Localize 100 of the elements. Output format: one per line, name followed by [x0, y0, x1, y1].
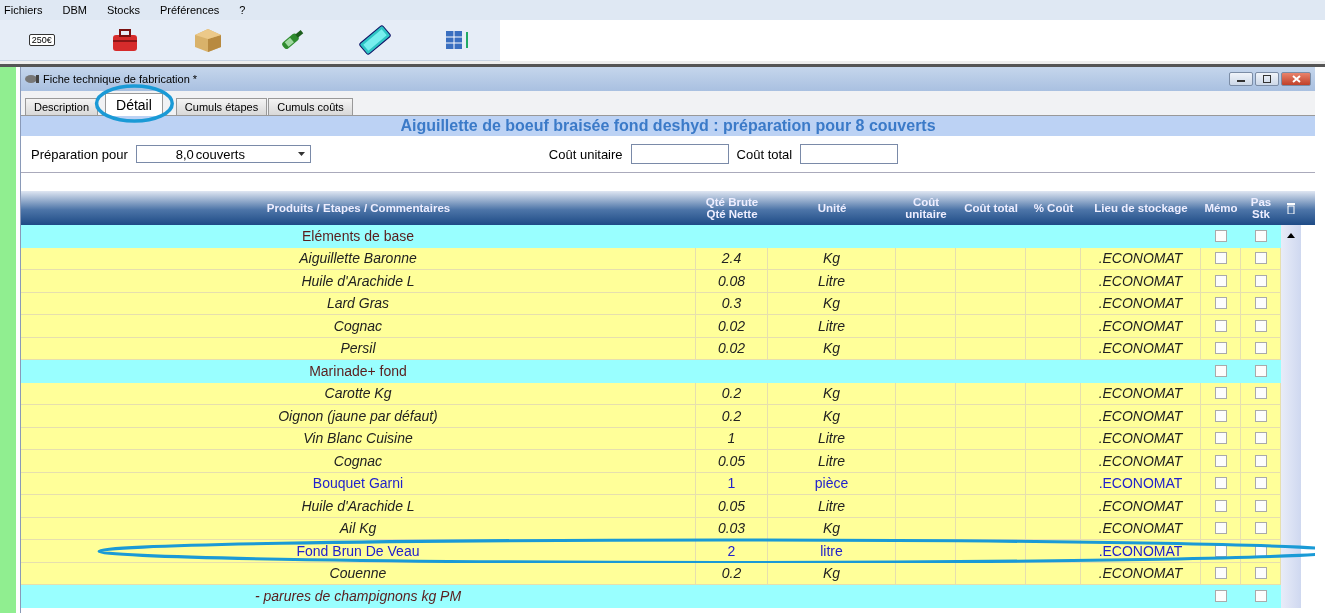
no-stock-checkbox[interactable] [1254, 252, 1267, 265]
no-stock-checkbox[interactable] [1254, 342, 1267, 355]
unit-cell: Litre [768, 495, 896, 518]
tab[interactable]: Cumuls étapes [175, 98, 268, 115]
no-stock-checkbox[interactable] [1254, 319, 1267, 332]
unit-cell: Kg [768, 247, 896, 270]
table-cell [896, 495, 956, 518]
scroll-up-icon[interactable] [1287, 233, 1295, 238]
no-stock-checkbox[interactable] [1254, 432, 1267, 445]
memo-checkbox[interactable] [1214, 229, 1227, 242]
unit-cost-field[interactable] [630, 144, 729, 164]
no-stock-checkbox[interactable] [1254, 387, 1267, 400]
step-cell: Marinade+ fond [21, 360, 696, 383]
menu-item[interactable]: DBM [62, 4, 87, 16]
table-cell [896, 450, 956, 473]
table-cell [1026, 292, 1081, 315]
tab[interactable]: Cumuls coûts [268, 98, 353, 115]
table-cell [956, 495, 1026, 518]
storage-cell: .ECONOMAT [1081, 495, 1201, 518]
memo-checkbox[interactable] [1214, 409, 1227, 422]
tab[interactable]: Détail [105, 93, 163, 116]
menu-item[interactable]: Stocks [106, 4, 140, 16]
memo-checkbox[interactable] [1214, 274, 1227, 287]
table-cell [896, 472, 956, 495]
price-tag-button[interactable]: 250€ [0, 20, 84, 60]
table-cell [896, 562, 956, 585]
table-cell [956, 292, 1026, 315]
menu-item[interactable]: ? [239, 4, 246, 16]
maximize-button[interactable] [1255, 72, 1279, 86]
product-cell: Carotte Kg [21, 382, 696, 405]
quantity-cell: 0.2 [696, 405, 768, 428]
table-cell [1026, 517, 1081, 540]
comment-cell: - parures de champignons kg PM [21, 585, 696, 608]
tab[interactable]: Description [25, 98, 99, 115]
minimize-button[interactable] [1229, 72, 1253, 86]
table-cell [1026, 382, 1081, 405]
column-header: % Coût [1032, 200, 1075, 216]
memo-checkbox[interactable] [1214, 297, 1227, 310]
memo-checkbox[interactable] [1214, 432, 1227, 445]
memo-checkbox[interactable] [1214, 387, 1227, 400]
memo-checkbox[interactable] [1214, 567, 1227, 580]
table-cell [1026, 315, 1081, 338]
no-stock-checkbox[interactable] [1254, 297, 1267, 310]
column-header: Lieu de stockage [1093, 200, 1189, 216]
unit-cell: Kg [768, 292, 896, 315]
pot-icon [25, 74, 39, 84]
menu-item[interactable]: Préférences [160, 4, 220, 16]
no-stock-checkbox[interactable] [1254, 589, 1267, 602]
product-cell: Huile d'Arachide L [21, 495, 696, 518]
step-cell: Eléments de base [21, 225, 696, 248]
memo-checkbox[interactable] [1214, 252, 1227, 265]
no-stock-checkbox[interactable] [1254, 499, 1267, 512]
no-stock-checkbox[interactable] [1254, 229, 1267, 242]
table-cell [1026, 247, 1081, 270]
memo-checkbox[interactable] [1214, 364, 1227, 377]
product-cell: Bouquet Garni [21, 472, 696, 495]
table-cell [956, 270, 1026, 293]
memo-checkbox[interactable] [1214, 589, 1227, 602]
unit-cost-label: Coût unitaire [548, 146, 623, 162]
column-header: Unité [816, 200, 848, 216]
storage-cell: .ECONOMAT [1081, 337, 1201, 360]
quantity-cell: 1 [696, 427, 768, 450]
close-button[interactable] [1281, 72, 1311, 86]
unit-cell: Kg [768, 562, 896, 585]
caret-icon [298, 152, 306, 156]
product-cell: Cognac [21, 450, 696, 473]
storage-cell: .ECONOMAT [1081, 382, 1201, 405]
trash-icon[interactable] [1287, 202, 1295, 214]
memo-checkbox[interactable] [1214, 319, 1227, 332]
quantity-cell: 0.2 [696, 382, 768, 405]
table-cell [896, 405, 956, 428]
table-cell [956, 427, 1026, 450]
storage-cell: .ECONOMAT [1081, 450, 1201, 473]
quantity-cell: 0.3 [696, 292, 768, 315]
no-stock-checkbox[interactable] [1254, 522, 1267, 535]
total-cost-field[interactable] [800, 144, 899, 164]
no-stock-checkbox[interactable] [1254, 409, 1267, 422]
memo-checkbox[interactable] [1214, 477, 1227, 490]
servings-dropdown[interactable]: 8,0couverts [135, 145, 311, 163]
table-cell [1026, 270, 1081, 293]
scrollbar[interactable] [1281, 225, 1301, 608]
table-cell [956, 472, 1026, 495]
table-cell [1026, 427, 1081, 450]
no-stock-checkbox[interactable] [1254, 454, 1267, 467]
table-cell [896, 270, 956, 293]
no-stock-checkbox[interactable] [1254, 567, 1267, 580]
menu-item[interactable]: Fichiers [4, 4, 43, 16]
maximize-icon [1263, 75, 1271, 83]
storage-cell: .ECONOMAT [1081, 517, 1201, 540]
no-stock-checkbox[interactable] [1254, 477, 1267, 490]
column-header: Coût unitaire [904, 194, 948, 222]
storage-cell: .ECONOMAT [1081, 472, 1201, 495]
no-stock-checkbox[interactable] [1254, 364, 1267, 377]
no-stock-checkbox[interactable] [1254, 274, 1267, 287]
unit-cell: Litre [768, 315, 896, 338]
memo-checkbox[interactable] [1214, 454, 1227, 467]
memo-checkbox[interactable] [1214, 342, 1227, 355]
memo-checkbox[interactable] [1214, 522, 1227, 535]
storage-cell: .ECONOMAT [1081, 427, 1201, 450]
memo-checkbox[interactable] [1214, 499, 1227, 512]
